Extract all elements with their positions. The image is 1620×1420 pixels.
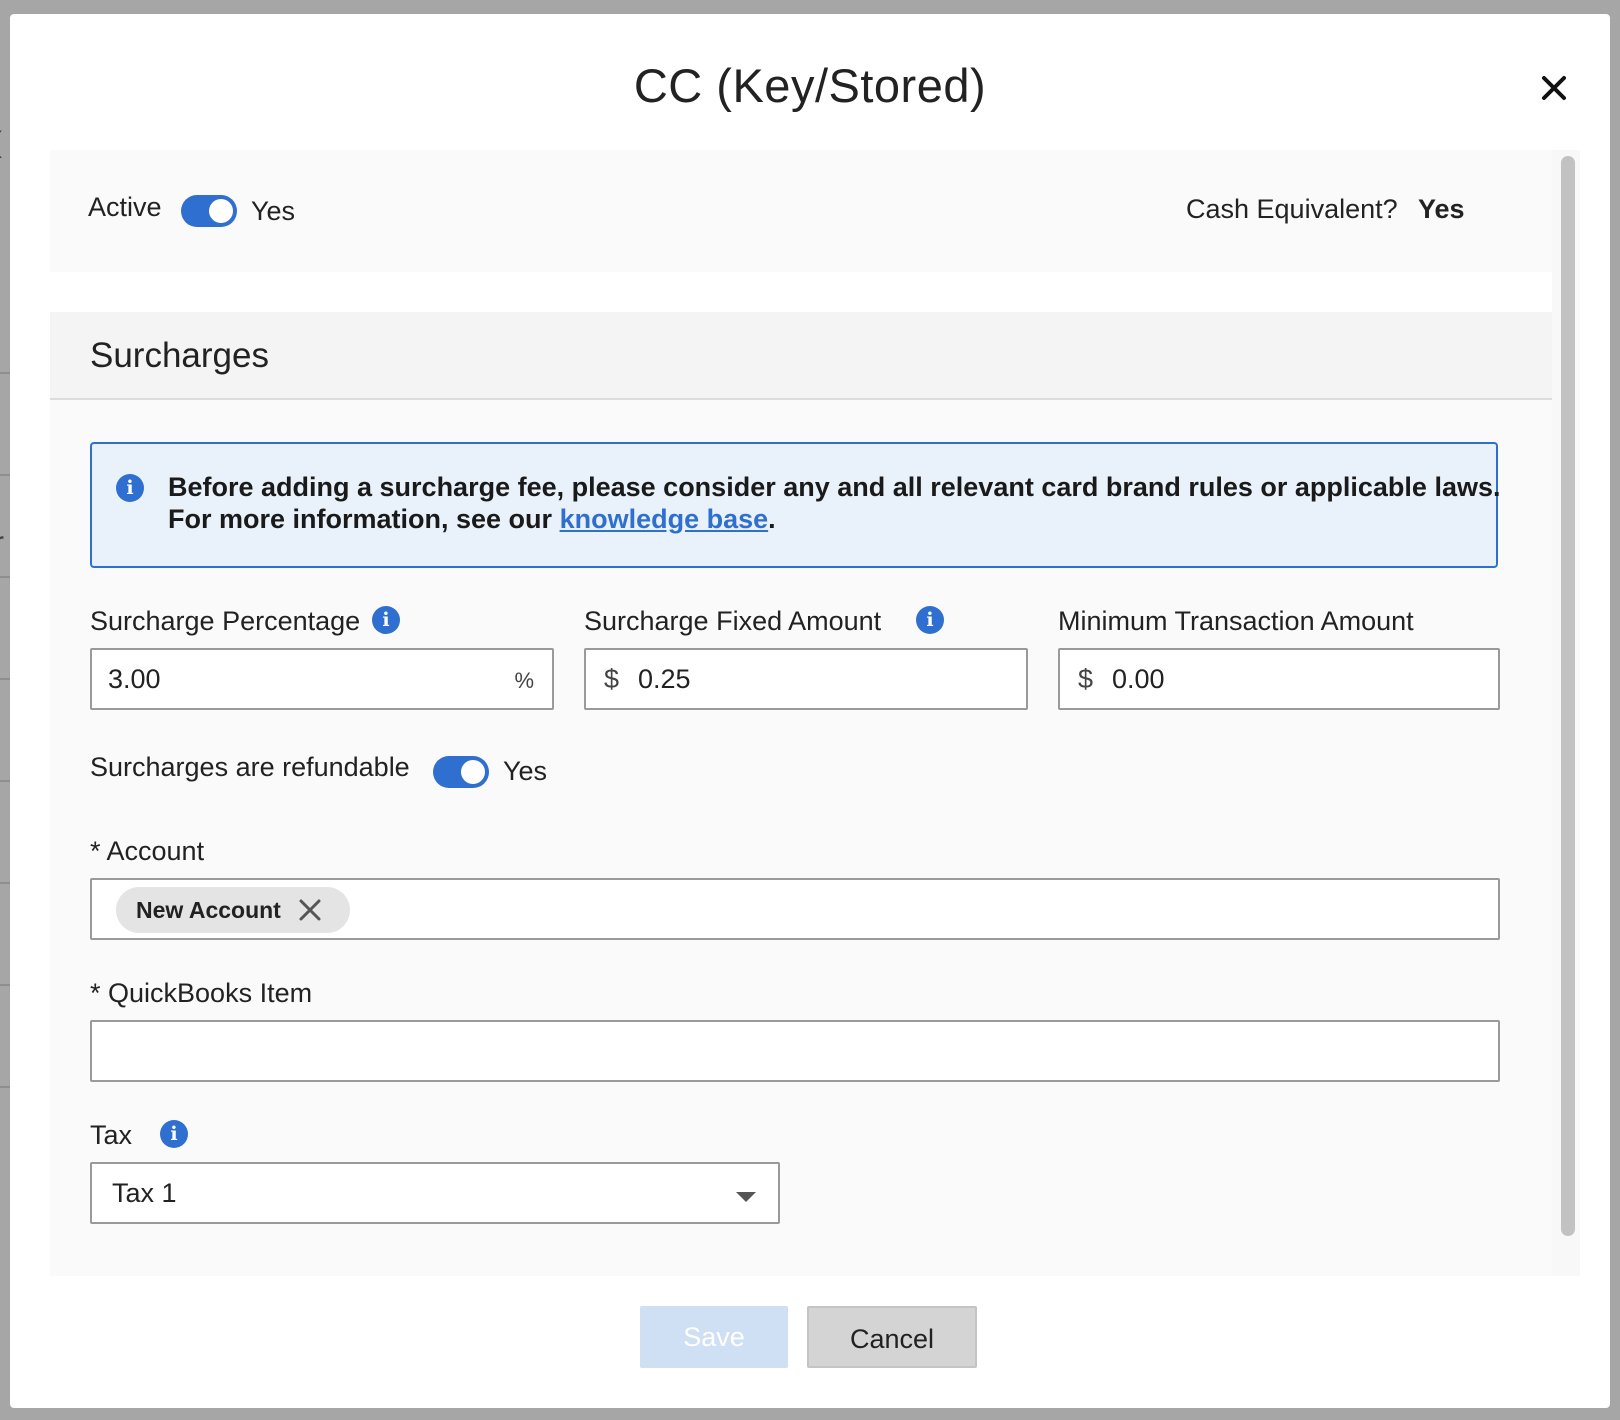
scrollbar-thumb[interactable]	[1561, 156, 1575, 1236]
tax-select[interactable]: Tax 1	[90, 1162, 780, 1224]
info-icon[interactable]: i	[372, 606, 400, 634]
background-divider	[0, 474, 10, 476]
surcharges-header: Surcharges	[50, 312, 1552, 400]
quickbooks-item-input[interactable]	[90, 1020, 1500, 1082]
surcharge-notice: i Before adding a surcharge fee, please …	[90, 442, 1501, 568]
dollar-prefix: $	[1078, 664, 1094, 694]
background-divider	[0, 678, 10, 680]
surcharge-fixed-amount-input[interactable]: $ 0.25	[584, 648, 1028, 710]
dialog-body: Active Yes Cash Equivalent? Yes Surcharg…	[50, 150, 1580, 1276]
active-label: Active	[88, 192, 162, 222]
background-divider	[0, 984, 10, 986]
minimum-transaction-amount-value: 0.00	[1112, 664, 1165, 694]
account-label: * Account	[90, 836, 205, 866]
scrollbar[interactable]	[1552, 150, 1580, 1276]
refundable-label: Surcharges are refundable	[90, 752, 410, 782]
background-divider	[0, 882, 10, 884]
save-button[interactable]: Save	[640, 1306, 788, 1368]
percent-suffix: %	[514, 668, 534, 693]
chevron-down-icon	[736, 1192, 756, 1202]
notice-period: .	[768, 504, 776, 534]
remove-chip-button[interactable]	[298, 898, 322, 922]
cancel-button[interactable]: Cancel	[807, 1306, 977, 1368]
surcharge-percentage-label: Surcharge Percentage	[90, 606, 361, 636]
dollar-prefix: $	[604, 664, 620, 694]
knowledge-base-link[interactable]: knowledge base	[560, 504, 769, 534]
surcharge-fixed-amount-label: Surcharge Fixed Amount	[584, 606, 882, 636]
surcharges-section: i Before adding a surcharge fee, please …	[50, 400, 1552, 1276]
payment-method-dialog: CC (Key/Stored) Active Yes Cash Equivale…	[10, 14, 1610, 1408]
account-chip: New Account	[116, 887, 350, 933]
background-divider	[0, 1086, 10, 1088]
cash-equivalent-value: Yes	[1418, 194, 1465, 224]
surcharge-percentage-value: 3.00	[108, 664, 161, 694]
dialog-title: CC (Key/Stored)	[633, 59, 987, 112]
status-row: Active Yes Cash Equivalent? Yes	[50, 150, 1552, 272]
toggle-knob	[461, 760, 485, 784]
refundable-toggle[interactable]	[433, 756, 489, 788]
surcharges-heading: Surcharges	[90, 336, 269, 375]
minimum-transaction-amount-label: Minimum Transaction Amount	[1058, 606, 1414, 636]
info-icon[interactable]: i	[160, 1120, 188, 1148]
background-divider	[0, 372, 10, 374]
notice-line-1: Before adding a surcharge fee, please co…	[168, 472, 1501, 502]
tax-selected-value: Tax 1	[112, 1178, 177, 1208]
info-icon: i	[116, 474, 144, 502]
close-button[interactable]	[1540, 74, 1568, 102]
surcharge-percentage-input[interactable]: 3.00 %	[90, 648, 554, 710]
surcharge-fixed-amount-value: 0.25	[638, 664, 691, 694]
active-value: Yes	[251, 196, 296, 226]
notice-line-2: For more information, see our knowledge …	[168, 504, 776, 535]
background-divider	[0, 780, 10, 782]
account-select[interactable]: New Account	[90, 878, 1500, 940]
close-icon	[299, 899, 321, 921]
refundable-value: Yes	[503, 756, 548, 786]
notice-text: For more information, see our	[168, 504, 560, 534]
background-edge-text-1: (	[0, 126, 2, 160]
cash-equivalent-label: Cash Equivalent?	[1186, 194, 1398, 224]
background-edge-text-2: r	[0, 526, 4, 560]
toggle-knob	[209, 199, 233, 223]
quickbooks-item-label: * QuickBooks Item	[90, 978, 313, 1008]
info-icon[interactable]: i	[916, 606, 944, 634]
background-divider	[0, 576, 10, 578]
tax-label: Tax	[90, 1120, 133, 1150]
minimum-transaction-amount-input[interactable]: $ 0.00	[1058, 648, 1500, 710]
close-icon	[1542, 76, 1566, 100]
active-toggle[interactable]	[181, 195, 237, 227]
account-chip-label: New Account	[136, 897, 281, 923]
